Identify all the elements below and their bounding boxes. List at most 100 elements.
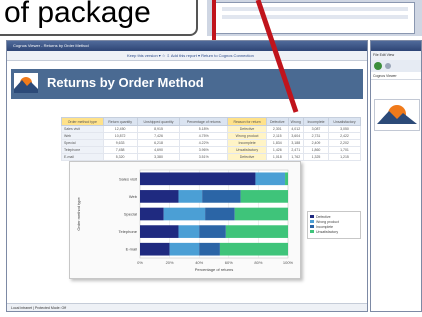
stacked-bar-chart: 0% 20% 40% 60% 80% 100% Sales visit Web Special T…: [76, 169, 294, 272]
forward-arrow-icon[interactable]: [385, 63, 391, 69]
table-header-cell: Defective: [266, 117, 289, 126]
chart-bar: [234, 207, 288, 221]
table-cell: 1,762: [287, 153, 305, 161]
table-cell: 4,012: [287, 125, 305, 133]
table-header-cell: Incomplete: [303, 117, 329, 126]
table-cell: Telephone: [61, 146, 104, 154]
y-tick-label: Special: [124, 212, 137, 217]
table-cell: 1,701: [328, 146, 361, 154]
legend-label: Wrong product: [316, 219, 339, 224]
back-arrow-icon[interactable]: [374, 62, 382, 70]
legend-label: Incomplete: [316, 224, 334, 229]
callout-box: of package: [0, 0, 198, 36]
x-tick-label: 0%: [137, 260, 143, 265]
table-cell: 2,115: [266, 132, 289, 140]
table-cell: Special: [61, 139, 104, 147]
viewer-toolbar[interactable]: Keep this version ▾ ☆ ⇩ Add this report …: [7, 51, 367, 61]
table-cell: 8,915: [136, 125, 181, 133]
background-window-row: [222, 7, 408, 11]
table-cell: 2,301: [266, 125, 289, 133]
chart-legend: Defective Wrong product Incomplete Unsatisf…: [307, 211, 361, 239]
chart-bar: [219, 242, 288, 256]
table-cell: 10,872: [102, 132, 138, 140]
table-header-cell: Wrong: [287, 117, 305, 126]
legend-label: Defective: [316, 214, 331, 219]
table-body: Sales visit 12,450 8,915 5.18% Defective 2,30…: [61, 125, 361, 161]
table-cell: 3,604: [287, 132, 305, 140]
y-axis-label: Order method type: [76, 197, 81, 231]
y-tick-label: Web: [129, 194, 138, 199]
table-cell: 7,426: [136, 132, 181, 140]
chart-bar: [178, 225, 200, 238]
x-tick-label: 100%: [283, 260, 294, 265]
table-cell: Defective: [227, 125, 268, 133]
x-tick-label: 60%: [225, 260, 233, 265]
legend-label: Unsatisfactory: [316, 229, 339, 234]
y-tick-label: E-mail: [126, 247, 137, 252]
callout-text: of package: [4, 0, 151, 29]
side-window-address[interactable]: Cognos Viewer: [371, 72, 421, 80]
table-header-cell: Unsatisfactory: [328, 117, 361, 126]
window-titlebar: Cognos Viewer - Returns by Order Method: [7, 41, 367, 51]
table-row: Sales visit 12,450 8,915 5.18% Defective 2,30…: [61, 125, 361, 133]
table-cell: 3,050: [328, 125, 361, 133]
table-cell: 1,018: [266, 153, 289, 161]
chart-bar: [140, 207, 164, 221]
legend-swatch: [310, 230, 314, 233]
x-tick-label: 80%: [254, 260, 262, 265]
chart-bar: [163, 207, 206, 221]
table-header-cell: Order method type: [61, 117, 104, 126]
report-title: Returns by Order Method: [47, 75, 204, 90]
y-tick-label: Telephone: [119, 229, 138, 234]
y-tick-label: Sales visit: [119, 176, 138, 181]
table-cell: Sales visit: [61, 125, 104, 133]
x-axis-label: Percentage of returns: [195, 267, 233, 272]
chart-bar: [205, 207, 235, 221]
table-cell: 7,458: [102, 146, 138, 154]
legend-item: Unsatisfactory: [310, 229, 358, 234]
table-cell: 4.22%: [179, 139, 229, 147]
table-cell: 1,215: [328, 153, 361, 161]
side-window-navbar: [371, 60, 421, 72]
chart-bar: [255, 172, 286, 186]
table-cell: 6,218: [136, 139, 181, 147]
table-cell: 3,188: [287, 139, 305, 147]
table-cell: Wrong product: [227, 132, 268, 140]
table-cell: Web: [61, 132, 104, 140]
legend-swatch: [310, 225, 314, 228]
table-cell: 2,471: [287, 146, 305, 154]
side-window-titlebar: [371, 41, 421, 51]
table-cell: Defective: [227, 153, 268, 161]
chart-bar: [140, 190, 179, 203]
table-header-cell: Percentage of returns: [179, 117, 229, 126]
chart-bar: [169, 242, 200, 256]
side-window-menu[interactable]: File Edit View: [371, 51, 421, 60]
table-row: Telephone 7,458 4,690 3.96% Unsatisfactory 1,…: [61, 146, 361, 154]
table-cell: 4.75%: [179, 132, 229, 140]
status-bar: Local intranet | Protected Mode: Off: [7, 303, 367, 311]
returns-table: Order method type Return quantity Unshippe…: [61, 117, 361, 161]
table-cell: E-mail: [61, 153, 104, 161]
table-cell: 1,426: [266, 146, 289, 154]
table-row: Web 10,872 7,426 4.75% Wrong product 2,115 3,6…: [61, 132, 361, 140]
table-cell: Incomplete: [227, 139, 268, 147]
background-window-row: [222, 15, 408, 19]
chart-bar: [140, 242, 170, 256]
table-cell: 3,380: [136, 153, 181, 161]
background-window-content: [215, 2, 415, 34]
table-cell: 2,731: [303, 132, 329, 140]
chart-bar: [240, 190, 288, 203]
table-cell: 9,633: [102, 139, 138, 147]
chart-bar: [199, 225, 226, 238]
chart-bar: [225, 225, 288, 238]
table-cell: 1,834: [266, 139, 289, 147]
chart-bar: [285, 172, 288, 186]
table-cell: 1,860: [303, 146, 329, 154]
table-cell: 3,087: [303, 125, 329, 133]
chart-bar: [140, 225, 179, 238]
report-banner: Returns by Order Method: [11, 69, 363, 99]
mountain-sun-icon: [14, 77, 38, 93]
table-cell: 2,422: [328, 132, 361, 140]
side-window: File Edit View Cognos Viewer: [370, 40, 422, 312]
table-cell: 2,202: [328, 139, 361, 147]
